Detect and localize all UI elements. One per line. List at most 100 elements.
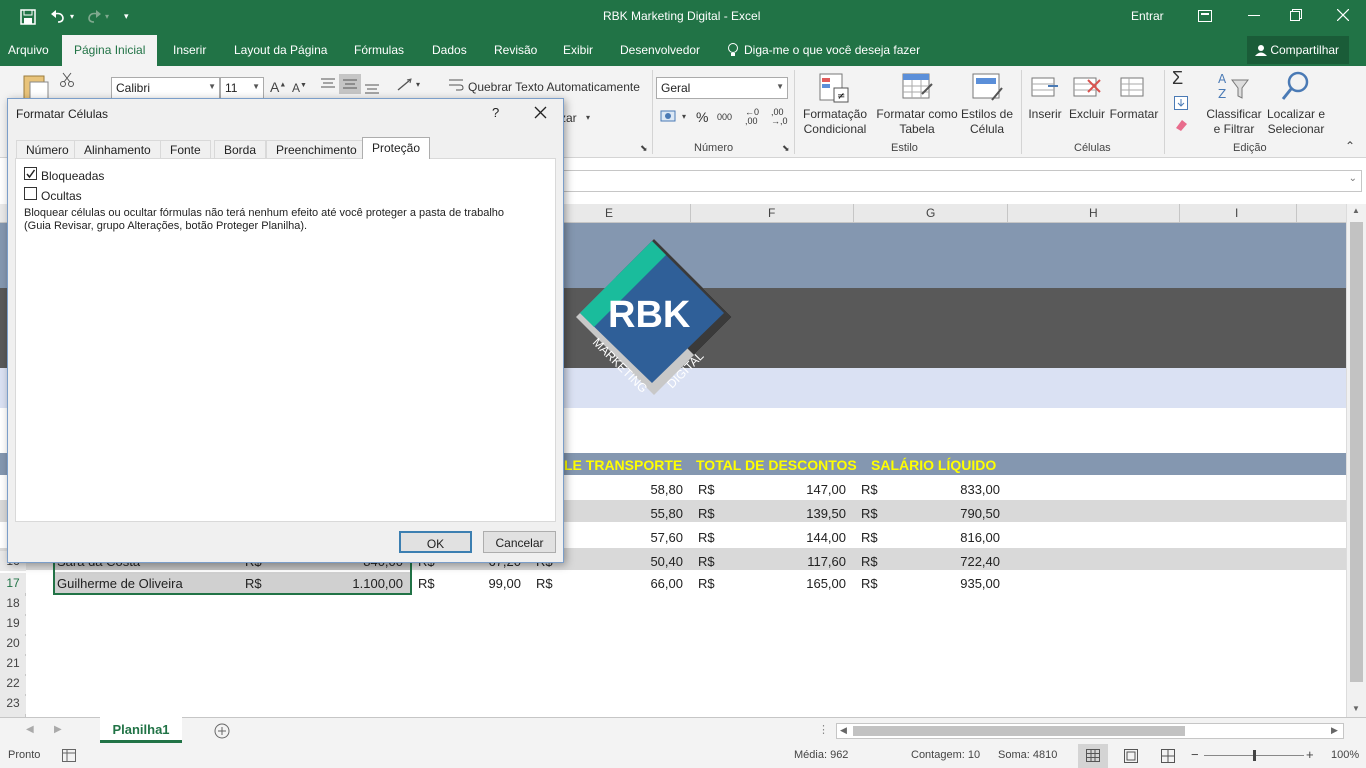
cell-transport[interactable]: 55,80 <box>600 506 683 521</box>
tab-exibir[interactable]: Exibir <box>563 43 593 57</box>
scroll-down-icon[interactable]: ▼ <box>1352 704 1360 713</box>
page-break-icon[interactable] <box>1161 749 1175 763</box>
tab-layout[interactable]: Layout da Página <box>234 43 327 57</box>
conditional-format-icon[interactable]: ≠ <box>818 72 850 104</box>
tab-dados[interactable]: Dados <box>432 43 467 57</box>
cell-net[interactable]: 722,40 <box>910 554 1000 569</box>
cell-discounts[interactable]: 117,60 <box>760 554 846 569</box>
add-sheet-icon[interactable] <box>214 723 230 739</box>
ok-button[interactable]: OK <box>399 531 472 553</box>
hidden-checkbox[interactable] <box>24 187 37 200</box>
zoom-level[interactable]: 100% <box>1331 749 1359 761</box>
format-table-label-1[interactable]: Formatar como <box>875 107 959 122</box>
format-cells-icon[interactable] <box>1119 72 1149 102</box>
row-header[interactable]: 19 <box>0 616 26 634</box>
tab-inserir[interactable]: Inserir <box>173 43 206 57</box>
insert-label[interactable]: Inserir <box>1027 107 1063 122</box>
cond-format-label-2[interactable]: Condicional <box>799 122 871 137</box>
ribbon-display-icon[interactable] <box>1198 10 1212 22</box>
insert-cells-icon[interactable] <box>1030 72 1060 102</box>
cell-net[interactable]: 935,00 <box>910 576 1000 591</box>
tab-protecao[interactable]: Proteção <box>362 137 431 159</box>
sheet-tab-planilha1[interactable]: Planilha1 <box>100 717 182 743</box>
cell-transport[interactable]: 66,00 <box>600 576 683 591</box>
align-top-icon[interactable] <box>320 77 336 89</box>
cell-transport[interactable]: 57,60 <box>600 530 683 545</box>
format-table-label-2[interactable]: Tabela <box>875 122 959 137</box>
row-header[interactable]: 17 <box>0 573 26 593</box>
tab-borda[interactable]: Borda <box>214 140 267 158</box>
cell-transport[interactable]: 58,80 <box>600 482 683 497</box>
page-layout-icon[interactable] <box>1124 749 1138 763</box>
restore-icon[interactable] <box>1290 9 1302 21</box>
close-window-icon[interactable] <box>1337 9 1349 21</box>
cell-salary[interactable]: 1.100,00 <box>320 576 403 591</box>
row-header[interactable]: 23 <box>0 696 26 714</box>
cut-icon[interactable] <box>60 72 74 88</box>
customize-toolbar-icon[interactable]: ▾ <box>124 11 129 22</box>
find-select-icon[interactable] <box>1280 70 1310 104</box>
column-header-g[interactable]: G <box>926 206 935 220</box>
accounting-format-icon[interactable] <box>660 110 678 124</box>
vertical-scrollbar[interactable]: ▲ ▼ <box>1346 204 1366 717</box>
fill-icon[interactable] <box>1174 96 1188 110</box>
collapse-ribbon-icon[interactable]: ⌃ <box>1345 139 1355 153</box>
locked-checkbox[interactable] <box>24 167 37 180</box>
cell-styles-label-2[interactable]: Célula <box>961 122 1013 137</box>
format-as-table-icon[interactable] <box>902 72 934 104</box>
scroll-left-icon[interactable]: ◀ <box>840 725 847 736</box>
locked-label[interactable]: Bloqueadas <box>41 169 104 183</box>
column-header-h[interactable]: H <box>1089 206 1098 220</box>
zoom-thumb[interactable] <box>1253 750 1256 761</box>
cell-discounts[interactable]: 144,00 <box>760 530 846 545</box>
alignment-launcher-icon[interactable]: ⬊ <box>640 143 648 154</box>
share-button[interactable]: Compartilhar <box>1247 36 1349 64</box>
signin-link[interactable]: Entrar <box>1131 9 1164 23</box>
comma-style-button[interactable]: 000 <box>717 112 732 122</box>
percent-style-button[interactable]: % <box>696 109 708 125</box>
cell-discounts[interactable]: 139,50 <box>760 506 846 521</box>
normal-view-button[interactable] <box>1078 744 1108 768</box>
column-header-f[interactable]: F <box>768 206 775 220</box>
help-button[interactable]: ? <box>492 105 499 120</box>
orientation-icon[interactable] <box>396 78 414 92</box>
scroll-up-icon[interactable]: ▲ <box>1352 206 1360 215</box>
column-header-e[interactable]: E <box>605 206 613 220</box>
cell-col-d[interactable]: 99,00 <box>450 576 521 591</box>
formula-input[interactable]: ⌄ <box>562 170 1362 192</box>
macro-record-icon[interactable] <box>62 749 76 762</box>
row-header[interactable]: 20 <box>0 636 26 654</box>
undo-icon[interactable] <box>50 9 66 25</box>
tab-desenvolvedor[interactable]: Desenvolvedor <box>620 43 700 57</box>
tab-arquivo[interactable]: Arquivo <box>8 43 49 57</box>
next-sheet-icon[interactable]: ▶ <box>54 724 62 735</box>
tab-numero[interactable]: Número <box>16 140 79 158</box>
scroll-right-icon[interactable]: ▶ <box>1331 725 1338 736</box>
tab-alinhamento[interactable]: Alinhamento <box>74 140 161 158</box>
tab-pagina-inicial[interactable]: Página Inicial <box>62 35 158 66</box>
horizontal-scrollbar[interactable]: ◀ ▶ <box>836 723 1344 739</box>
cell-styles-label-1[interactable]: Estilos de <box>961 107 1013 122</box>
delete-label[interactable]: Excluir <box>1067 107 1107 122</box>
align-bottom-icon[interactable] <box>364 83 380 95</box>
row-header[interactable]: 18 <box>0 596 26 614</box>
find-label-2[interactable]: Selecionar <box>1262 122 1330 137</box>
align-middle-button[interactable] <box>339 74 361 94</box>
tab-formulas[interactable]: Fórmulas <box>354 43 404 57</box>
sort-label-2[interactable]: e Filtrar <box>1205 122 1263 137</box>
scroll-thumb[interactable] <box>1350 222 1363 682</box>
cell-transport[interactable]: 50,40 <box>600 554 683 569</box>
number-launcher-icon[interactable]: ⬊ <box>782 143 790 154</box>
autosum-icon[interactable]: Σ <box>1172 68 1183 89</box>
tab-revisao[interactable]: Revisão <box>494 43 537 57</box>
number-format-select[interactable]: Geral ▼ <box>656 77 788 99</box>
cell-net[interactable]: 833,00 <box>910 482 1000 497</box>
wrap-text-button[interactable]: Quebrar Texto Automaticamente <box>468 80 640 94</box>
sort-label-1[interactable]: Classificar <box>1205 107 1263 122</box>
cell-name[interactable]: Guilherme de Oliveira <box>57 576 183 591</box>
cell-net[interactable]: 816,00 <box>910 530 1000 545</box>
shrink-font-icon[interactable]: A▼ <box>292 81 307 95</box>
grow-font-icon[interactable]: A▲ <box>270 79 286 95</box>
wrap-text-icon[interactable] <box>448 78 464 92</box>
column-header-i[interactable]: I <box>1235 206 1238 220</box>
